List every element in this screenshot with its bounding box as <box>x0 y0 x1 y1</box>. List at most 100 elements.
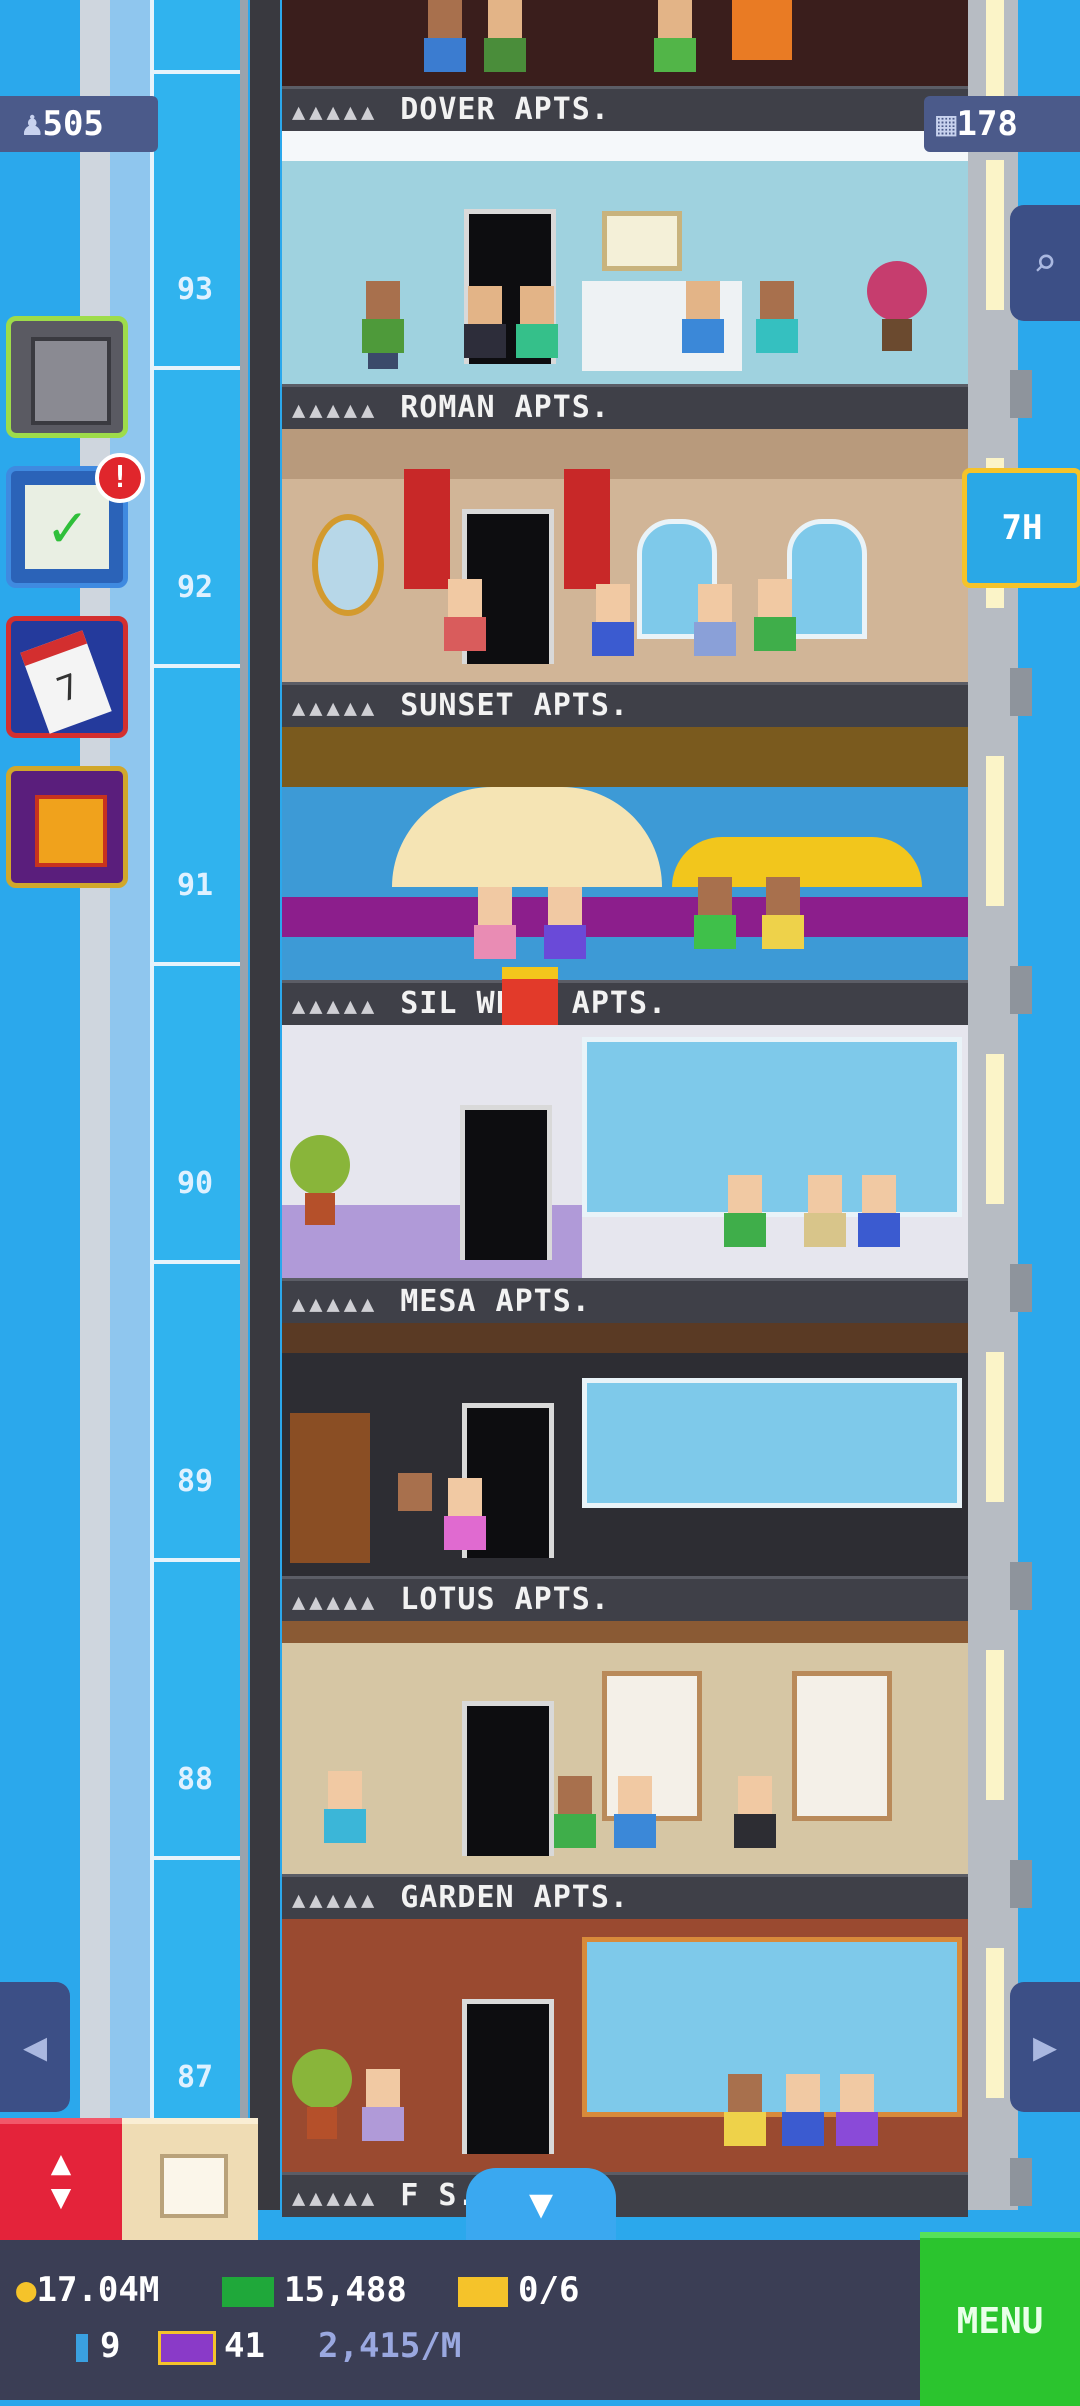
wall-mirror <box>312 514 384 616</box>
resident[interactable] <box>422 0 468 86</box>
ceiling <box>282 131 968 161</box>
resident[interactable] <box>722 1175 768 1263</box>
room-interior <box>282 727 968 980</box>
floor-name-bar[interactable]: ▲▲▲▲▲ F S. <box>282 2172 968 2217</box>
wall-bracket <box>1010 966 1032 1014</box>
potted-plant <box>867 261 927 351</box>
tickets-counter[interactable]: 0/6 <box>458 2270 579 2310</box>
resident[interactable] <box>462 286 508 374</box>
resident[interactable] <box>692 877 738 965</box>
large-window <box>582 1378 962 1508</box>
roof-beam <box>282 727 968 787</box>
elevator-ride-button[interactable]: ▲ ▼ <box>0 2118 122 2246</box>
resident[interactable] <box>802 1175 848 1263</box>
resident[interactable] <box>542 887 588 975</box>
floor-number: 89 <box>176 1464 214 1499</box>
shoji-window <box>792 1671 892 1821</box>
resident[interactable] <box>442 579 488 667</box>
keys-counter[interactable]: 9 <box>76 2326 120 2366</box>
resident[interactable] <box>322 1771 368 1859</box>
build-button[interactable] <box>122 2118 258 2246</box>
checklist-icon: ✓ <box>25 485 109 569</box>
resident[interactable] <box>680 281 726 369</box>
resident[interactable] <box>360 2069 406 2157</box>
apartment-door[interactable] <box>462 1701 554 1856</box>
search-button[interactable]: ⌕ <box>1010 205 1080 321</box>
timer-badge[interactable]: 7H <box>962 468 1080 588</box>
floor-name-bar[interactable]: ▲▲▲▲▲SIL WELL APTS. <box>282 980 968 1025</box>
resident[interactable] <box>472 887 518 975</box>
scroll-down-button[interactable]: ▼ <box>466 2168 616 2240</box>
timer-value: 7H <box>1001 508 1043 548</box>
floor-name: SUNSET APTS. <box>400 688 629 723</box>
floor-name-bar[interactable]: ▲▲▲▲▲ SUNSET APTS. <box>282 682 968 727</box>
vip-counter[interactable]: 41 <box>158 2326 265 2366</box>
resident[interactable] <box>692 584 738 672</box>
rating-stars: ▲▲▲▲▲ <box>292 1292 379 1317</box>
shaft-separator <box>150 962 240 966</box>
alert-icon: ! <box>95 453 145 503</box>
resident[interactable] <box>612 1776 658 1864</box>
population-value: 505 <box>42 104 104 144</box>
box-icon <box>160 2154 228 2218</box>
elevator-panel-button[interactable] <box>6 316 128 438</box>
resident[interactable] <box>514 286 560 374</box>
floor-name-bar[interactable]: ▲▲▲▲▲ MESA APTS. <box>282 1278 968 1323</box>
elevator-shaft[interactable] <box>150 0 244 2140</box>
elevator-arrows-icon: ▲ ▼ <box>50 2143 72 2217</box>
resident[interactable] <box>722 2074 768 2162</box>
resident[interactable] <box>652 0 698 86</box>
red-banner <box>404 469 450 589</box>
calendar-button[interactable]: 7 <box>6 616 128 738</box>
floor-number: 88 <box>176 1762 214 1797</box>
floor-name-bar[interactable]: ▲▲▲▲▲ LOTUS APTS. <box>282 1576 968 1621</box>
population-counter[interactable]: ♟505 <box>0 96 158 152</box>
resident[interactable] <box>856 1175 902 1263</box>
floor-number: 92 <box>176 570 214 605</box>
floor-name-bar[interactable]: ▲▲▲▲▲ ROMAN APTS. <box>282 384 968 429</box>
bookshelf <box>290 1413 370 1563</box>
coin-icon: ● <box>16 2270 37 2310</box>
resident[interactable] <box>834 2074 880 2162</box>
tasks-button[interactable]: ✓ ! <box>6 453 145 588</box>
floor-name: ROMAN APTS. <box>400 390 610 425</box>
next-tower-button[interactable]: ▶ <box>1010 1982 1080 2112</box>
floor-name-bar[interactable]: ▲▲▲▲▲ DOVER APTS. <box>282 86 968 131</box>
floor-counter[interactable]: ▦178 <box>924 96 1080 152</box>
resident[interactable] <box>732 1776 778 1864</box>
resident[interactable] <box>552 1776 598 1864</box>
resident[interactable] <box>760 877 806 965</box>
rating-stars: ▲▲▲▲▲ <box>292 994 379 1019</box>
resident[interactable] <box>780 2074 826 2162</box>
resident[interactable] <box>590 584 636 672</box>
bux-counter[interactable]: 15,488 <box>222 2270 407 2310</box>
wall-bracket <box>1010 1264 1032 1312</box>
bux-icon <box>222 2276 274 2307</box>
menu-button[interactable]: MENU <box>920 2232 1080 2406</box>
rating-stars: ▲▲▲▲▲ <box>292 696 379 721</box>
floor-count-value: 178 <box>956 104 1018 144</box>
wall-picture <box>602 211 682 271</box>
potted-plant <box>290 1135 350 1225</box>
resident[interactable] <box>360 281 406 369</box>
apartment-door[interactable] <box>460 1105 552 1260</box>
wall-bracket <box>1010 668 1032 716</box>
floor-name-bar[interactable]: ▲▲▲▲▲ GARDEN APTS. <box>282 1874 968 1919</box>
resident[interactable] <box>442 1478 488 1566</box>
rating-stars: ▲▲▲▲▲ <box>292 398 379 423</box>
shaft-separator <box>150 1260 240 1264</box>
shaft-separator <box>150 1558 240 1562</box>
gift-button[interactable] <box>6 766 128 888</box>
previous-tower-button[interactable]: ◀ <box>0 1982 70 2112</box>
arched-window <box>787 519 867 639</box>
wall-bracket <box>1010 1860 1032 1908</box>
apartment-door[interactable] <box>462 1999 554 2154</box>
resident[interactable] <box>754 281 800 369</box>
resident[interactable] <box>392 1473 438 1561</box>
chevron-down-icon: ▼ <box>528 2181 554 2227</box>
coins-counter[interactable]: ●17.04M <box>16 2270 159 2310</box>
vip-icon <box>158 2330 216 2365</box>
resident[interactable] <box>752 579 798 667</box>
resident[interactable] <box>482 0 528 86</box>
large-window <box>582 1937 962 2117</box>
